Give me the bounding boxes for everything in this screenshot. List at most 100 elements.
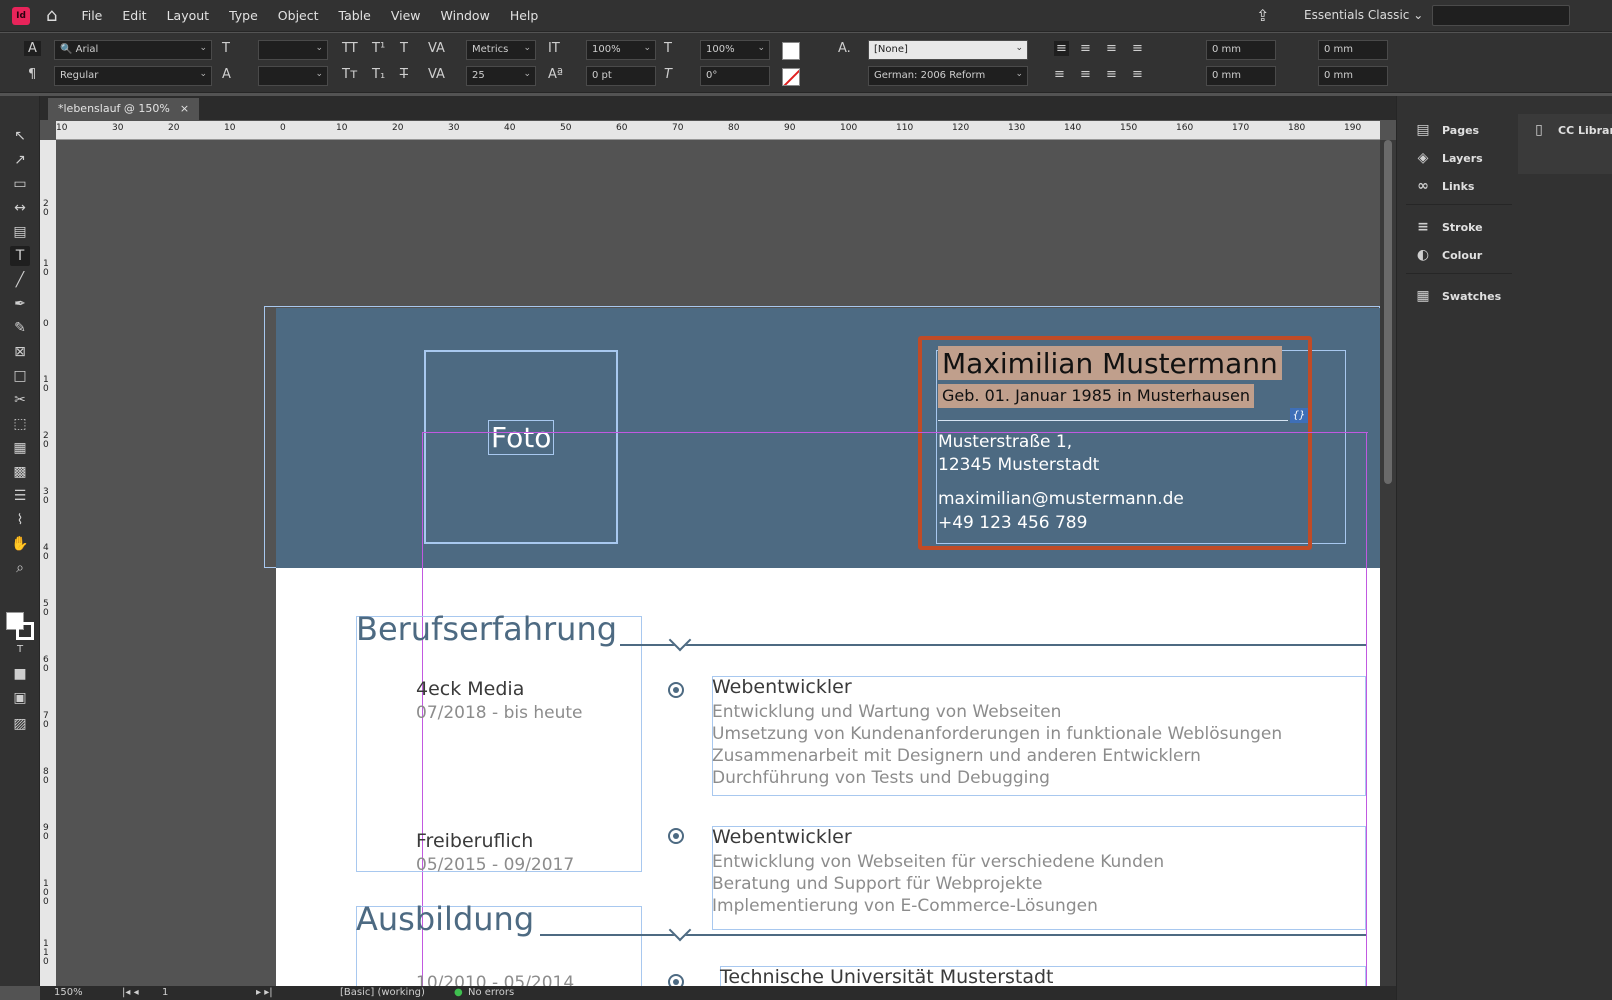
align-left-icon[interactable]: ≡ xyxy=(1054,41,1069,56)
panel-links[interactable]: ∞ Links xyxy=(1414,178,1474,194)
workspace-switcher[interactable]: Essentials Classic ⌄ xyxy=(1304,8,1423,22)
stroke-color-icon[interactable] xyxy=(16,622,34,640)
normal-view-icon[interactable]: ■ xyxy=(10,664,30,684)
pasteboard[interactable]: Foto Maximilian Mustermann Geb. 01. Janu… xyxy=(56,140,1380,986)
rectangle-frame-tool-icon[interactable]: ⊠ xyxy=(10,342,30,362)
baseline-shift-field[interactable]: 0 pt xyxy=(586,66,656,86)
font-style-field[interactable]: Regular ⌄ xyxy=(54,66,212,86)
justify-right-icon[interactable]: ≡ xyxy=(1106,67,1117,82)
kerning-field[interactable]: Metrics ⌄ xyxy=(466,40,536,60)
preview-mode-icon[interactable]: ▨ xyxy=(10,714,30,734)
font-family-field[interactable]: 🔍 Arial ⌄ xyxy=(54,40,212,60)
paragraph-mode-icon[interactable]: ¶ xyxy=(28,67,36,82)
type-tool-icon[interactable]: T xyxy=(10,246,30,266)
menu-view[interactable]: View xyxy=(391,8,421,23)
font-size-field[interactable]: ⌄ xyxy=(258,40,328,60)
document-page[interactable]: Foto Maximilian Mustermann Geb. 01. Janu… xyxy=(276,308,1380,986)
page-number-field[interactable]: 1 xyxy=(162,987,168,998)
menu-table[interactable]: Table xyxy=(339,8,371,23)
nav-last-icon[interactable]: ▸ ▸| xyxy=(256,987,273,998)
scrollbar-thumb[interactable] xyxy=(1384,140,1392,484)
justify-center-icon[interactable]: ≡ xyxy=(1080,67,1091,82)
direct-selection-tool-icon[interactable]: ↗ xyxy=(10,150,30,170)
eyedropper-tool-icon[interactable]: ⌇ xyxy=(10,510,30,530)
selection-tool-icon[interactable]: ↖ xyxy=(10,126,30,146)
align-right-icon[interactable]: ≡ xyxy=(1106,41,1117,56)
section-title-experience[interactable]: Berufserfahrung xyxy=(356,610,617,648)
job2-company[interactable]: Freiberuflich xyxy=(416,830,533,852)
job1-line[interactable]: Zusammenarbeit mit Designern und anderen… xyxy=(712,745,1201,767)
section-title-education[interactable]: Ausbildung xyxy=(356,900,534,938)
stroke-swatch[interactable] xyxy=(782,68,800,86)
character-mode-icon[interactable]: A xyxy=(24,41,41,56)
job2-line[interactable]: Entwicklung von Webseiten für verschiede… xyxy=(712,851,1164,873)
justify-icon[interactable]: ≡ xyxy=(1132,41,1143,56)
job2-title[interactable]: Webentwickler xyxy=(712,826,852,848)
formatting-text-icon[interactable]: T xyxy=(10,640,30,660)
superscript-icon[interactable]: T¹ xyxy=(372,41,385,56)
horizontal-ruler[interactable]: 10 30 20 10 0 10 20 30 40 50 60 70 80 90… xyxy=(56,121,1380,140)
home-icon[interactable]: ⌂ xyxy=(46,5,57,26)
all-caps-icon[interactable]: TT xyxy=(342,41,358,56)
screen-mode-icon[interactable]: ▣ xyxy=(10,688,30,708)
job2-period[interactable]: 05/2015 - 09/2017 xyxy=(416,854,574,876)
share-icon[interactable]: ⇪ xyxy=(1256,6,1269,25)
justify-left-icon[interactable]: ≡ xyxy=(1054,67,1065,82)
language-field[interactable]: German: 2006 Reform ⌄ xyxy=(868,66,1028,86)
document-tab[interactable]: *lebenslauf @ 150% × xyxy=(48,98,200,120)
line-tool-icon[interactable]: ╱ xyxy=(10,270,30,290)
menu-layout[interactable]: Layout xyxy=(167,8,210,23)
left-indent-field[interactable]: 0 mm xyxy=(1206,40,1276,60)
menu-window[interactable]: Window xyxy=(441,8,490,23)
job1-line[interactable]: Entwicklung und Wartung von Webseiten xyxy=(712,701,1061,723)
panel-stroke[interactable]: ≡ Stroke xyxy=(1414,219,1483,235)
vertical-ruler[interactable]: 2 0 1 0 0 1 0 2 0 3 0 4 0 5 0 6 0 7 0 8 … xyxy=(40,140,56,986)
search-input[interactable] xyxy=(1432,5,1570,26)
leading-field[interactable]: ⌄ xyxy=(258,66,328,86)
align-center-icon[interactable]: ≡ xyxy=(1080,41,1091,56)
rectangle-tool-icon[interactable]: □ xyxy=(10,366,30,386)
justify-all-icon[interactable]: ≡ xyxy=(1132,67,1143,82)
hand-tool-icon[interactable]: ✋ xyxy=(10,534,30,554)
panel-colour[interactable]: ◐ Colour xyxy=(1414,247,1482,263)
small-caps-icon[interactable]: Tт xyxy=(342,67,358,82)
job2-line[interactable]: Implementierung von E-Commerce-Lösungen xyxy=(712,895,1098,917)
menu-edit[interactable]: Edit xyxy=(122,8,146,23)
zoom-tool-icon[interactable]: ⌕ xyxy=(10,558,30,578)
zoom-level[interactable]: 150% xyxy=(54,987,83,998)
job2-line[interactable]: Beratung und Support für Webprojekte xyxy=(712,873,1042,895)
pen-tool-icon[interactable]: ✒ xyxy=(10,294,30,314)
skew-field[interactable]: 0° xyxy=(700,66,770,86)
job1-period[interactable]: 07/2018 - bis heute xyxy=(416,702,582,724)
free-transform-tool-icon[interactable]: ⬚ xyxy=(10,414,30,434)
tracking-field[interactable]: 25 ⌄ xyxy=(466,66,536,86)
edu1-school[interactable]: Technische Universität Musterstadt xyxy=(720,966,1054,986)
preflight-status[interactable]: No errors xyxy=(468,987,514,998)
underline-icon[interactable]: T xyxy=(400,41,408,56)
preflight-profile[interactable]: [Basic] (working) xyxy=(340,987,425,998)
job1-line[interactable]: Durchführung von Tests und Debugging xyxy=(712,767,1050,789)
menu-type[interactable]: Type xyxy=(229,8,258,23)
note-tool-icon[interactable]: ☰ xyxy=(10,486,30,506)
gradient-feather-icon[interactable]: ▩ xyxy=(10,462,30,482)
nav-first-icon[interactable]: |◂ ◂ xyxy=(122,987,139,998)
gap-tool-icon[interactable]: ↔ xyxy=(10,198,30,218)
pencil-tool-icon[interactable]: ✎ xyxy=(10,318,30,338)
gradient-tool-icon[interactable]: ▦ xyxy=(10,438,30,458)
panel-cc-libraries[interactable]: ▯ CC Libraries xyxy=(1530,122,1612,138)
subscript-icon[interactable]: T₁ xyxy=(372,67,385,82)
vertical-scale-field[interactable]: 100% ⌄ xyxy=(586,40,656,60)
menu-file[interactable]: File xyxy=(81,8,102,23)
job1-line[interactable]: Umsetzung von Kundenanforderungen in fun… xyxy=(712,723,1282,745)
content-collector-icon[interactable]: ▤ xyxy=(10,222,30,242)
right-indent-field[interactable]: 0 mm xyxy=(1318,40,1388,60)
horizontal-scale-field[interactable]: 100% ⌄ xyxy=(700,40,770,60)
edu1-period[interactable]: 10/2010 - 05/2014 xyxy=(416,972,574,986)
fill-swatch[interactable] xyxy=(782,42,800,60)
job1-title[interactable]: Webentwickler xyxy=(712,676,852,698)
menu-object[interactable]: Object xyxy=(278,8,319,23)
job1-company[interactable]: 4eck Media xyxy=(416,678,524,700)
panel-layers[interactable]: ◈ Layers xyxy=(1414,150,1483,166)
panel-pages[interactable]: ▤ Pages xyxy=(1414,122,1479,138)
first-line-indent-field[interactable]: 0 mm xyxy=(1206,66,1276,86)
